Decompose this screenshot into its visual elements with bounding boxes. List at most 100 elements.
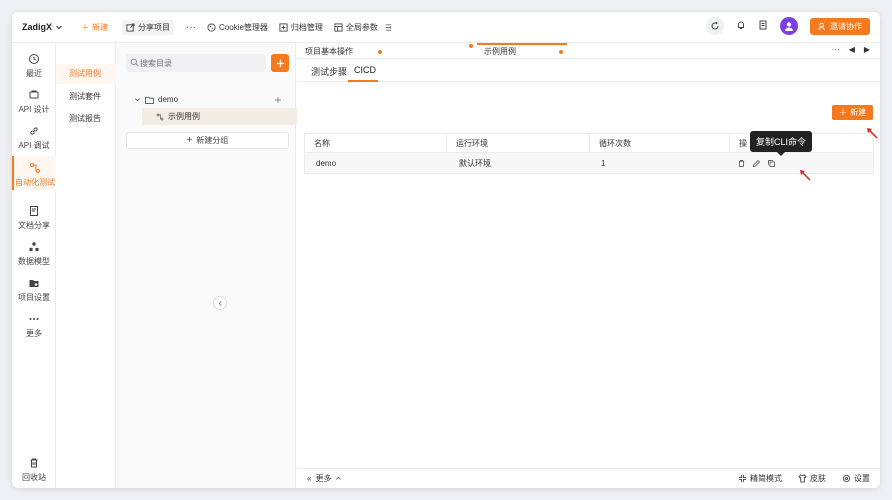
- sidebar-item-auto-test[interactable]: 自动化测试: [12, 156, 56, 190]
- new-label: 新建: [92, 22, 109, 32]
- cookie-manager-button[interactable]: Cookie管理器: [207, 22, 268, 33]
- link-icon: [30, 127, 38, 135]
- collapse-icon: [385, 23, 392, 31]
- global-params-button[interactable]: 全局参数: [334, 22, 378, 33]
- flow-icon: [30, 163, 40, 173]
- add-item-button[interactable]: [271, 54, 289, 72]
- tab-label: CICD: [354, 65, 376, 75]
- tab-prev-icon[interactable]: ◀: [849, 45, 855, 54]
- api-design-icon: [29, 90, 39, 99]
- sidebar-item-doc-share[interactable]: 文档分享: [12, 201, 56, 230]
- delete-icon[interactable]: [737, 159, 746, 168]
- tree-folder-demo[interactable]: demo: [134, 95, 284, 104]
- sidebar-item-label: 最近: [26, 69, 42, 78]
- nav-label: 测试用例: [69, 69, 101, 78]
- settings-button[interactable]: 设置: [842, 473, 870, 484]
- search-input[interactable]: [126, 54, 266, 72]
- clock-icon: [29, 54, 39, 64]
- edit-icon[interactable]: [752, 159, 761, 168]
- tab-project-basics[interactable]: 项目基本操作: [305, 46, 353, 57]
- simple-mode-label: 精简模式: [750, 474, 782, 483]
- shirt-icon: [798, 474, 807, 483]
- sidebar-item-label: API 调试: [18, 141, 50, 150]
- tab-test-steps[interactable]: 测试步骤: [311, 65, 347, 78]
- notification-button[interactable]: [736, 20, 746, 32]
- chevron-left-icon: [218, 300, 222, 306]
- workspace-switcher[interactable]: ZadigX: [22, 22, 63, 32]
- copy-icon[interactable]: [767, 159, 776, 168]
- sidebar-item-label: 更多: [26, 329, 42, 338]
- more-menu-button[interactable]: ···: [186, 22, 196, 33]
- footer-more-button[interactable]: « 更多: [307, 473, 342, 484]
- footer-bar: « 更多 精简模式 皮肤 设置: [297, 468, 880, 488]
- avatar[interactable]: [780, 17, 798, 35]
- tree-case-example[interactable]: 示例用例: [142, 108, 297, 125]
- archive-icon: [279, 22, 288, 32]
- sync-button[interactable]: [706, 17, 724, 35]
- plus-icon: ＋: [81, 22, 90, 32]
- sidebar-item-api-debug[interactable]: API 调试: [12, 121, 56, 150]
- nav-label: 测试报告: [69, 114, 101, 123]
- sidebar-item-trash[interactable]: 回收站: [12, 453, 56, 482]
- sidebar-item-recent[interactable]: 最近: [12, 49, 56, 78]
- sidebar-item-data-model[interactable]: 数据模型: [12, 237, 56, 266]
- skin-label: 皮肤: [810, 474, 826, 483]
- sidebar-item-label: 文档分享: [18, 221, 50, 230]
- sub-tabs: 测试步骤 CICD: [297, 60, 880, 82]
- invite-button[interactable]: 邀请协作: [810, 17, 870, 35]
- model-icon: [29, 242, 39, 252]
- sidebar-item-more[interactable]: 更多: [12, 309, 56, 338]
- collapse-panel-button[interactable]: [213, 296, 227, 310]
- search-icon: [130, 58, 139, 67]
- add-child-icon[interactable]: [274, 96, 282, 104]
- cookie-label: Cookie管理器: [219, 22, 268, 32]
- bell-icon: [738, 21, 744, 29]
- tab-modified-dot: [559, 50, 563, 54]
- sidebar-item-label: 回收站: [22, 473, 46, 482]
- table-icon: [334, 22, 343, 32]
- cell-loops: 1: [601, 158, 606, 168]
- archive-button[interactable]: 归档管理: [279, 22, 323, 33]
- nav-test-reports[interactable]: 测试报告: [56, 109, 116, 129]
- sidebar-item-api-design[interactable]: API 设计: [12, 85, 56, 114]
- app-window: ZadigX ＋ 新建 分享项目 ··· Cookie管理器 归档管理 全局参数: [12, 12, 880, 488]
- doc-share-icon: [30, 206, 38, 216]
- new-cicd-button[interactable]: ＋ 新建: [832, 105, 873, 120]
- new-label: 新建: [850, 108, 866, 117]
- user-avatar-icon: [785, 22, 793, 31]
- copy-cli-tooltip: 复制CLI命令: [750, 131, 813, 156]
- new-group-label: 新建分组: [196, 136, 229, 145]
- tab-modified-dot: [378, 50, 382, 54]
- main-content: 项目基本操作 示例用例 ··· ◀ ▶ 测试步骤 CICD ＋ 新建 名称 运行…: [297, 43, 880, 488]
- tab-next-icon[interactable]: ▶: [864, 45, 870, 54]
- new-group-button[interactable]: + 新建分组: [126, 132, 289, 149]
- test-section-nav: 测试用例 测试套件 测试报告: [56, 43, 116, 488]
- column-header: 运行环境: [447, 134, 590, 152]
- annotation-arrow-icon: [800, 170, 811, 181]
- docs-button[interactable]: [758, 20, 768, 32]
- skin-button[interactable]: 皮肤: [798, 473, 826, 484]
- tab-controls: ··· ◀ ▶: [832, 45, 870, 54]
- global-label: 全局参数: [345, 22, 378, 32]
- tab-example-case[interactable]: 示例用例: [484, 46, 516, 57]
- collapse-header-button[interactable]: [384, 23, 393, 32]
- flow-icon: [156, 113, 164, 120]
- tab-cicd[interactable]: CICD: [354, 65, 376, 75]
- tab-more-button[interactable]: ···: [832, 45, 840, 54]
- tab-label: 项目基本操作: [305, 47, 353, 56]
- nav-test-suites[interactable]: 测试套件: [56, 87, 116, 107]
- footer-more-label: 更多: [315, 474, 332, 483]
- share-project-button[interactable]: 分享项目: [122, 19, 175, 35]
- share-icon: [126, 22, 135, 32]
- document-icon: [759, 20, 767, 30]
- more-dots: ···: [186, 21, 197, 33]
- folder-name: demo: [158, 95, 179, 104]
- nav-test-cases[interactable]: 测试用例: [56, 64, 116, 84]
- table-row: demo 默认环境 1: [304, 153, 874, 174]
- column-header: 名称: [305, 134, 447, 152]
- new-button[interactable]: ＋ 新建: [81, 22, 108, 33]
- brand-name: ZadigX: [22, 22, 53, 32]
- nav-label: 测试套件: [69, 92, 101, 101]
- simple-mode-button[interactable]: 精简模式: [738, 473, 782, 484]
- sidebar-item-project-settings[interactable]: 项目设置: [12, 273, 56, 302]
